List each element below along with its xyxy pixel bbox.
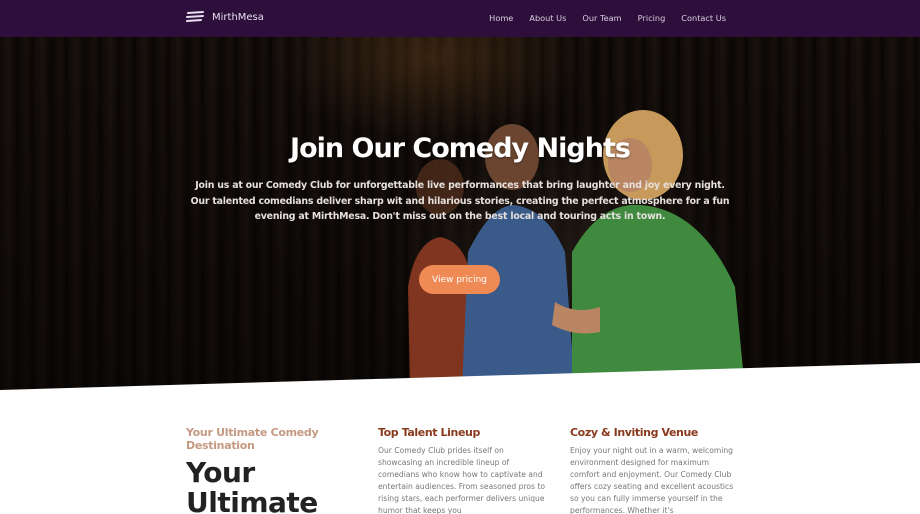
feature-top-talent: Top Talent Lineup Our Comedy Club prides… — [378, 426, 548, 514]
hero-section: Join Our Comedy Nights Join us at our Co… — [0, 37, 920, 390]
brand-link[interactable]: MirthMesa — [186, 11, 264, 23]
intro-column: Your Ultimate Comedy Destination Your Ul… — [186, 426, 346, 514]
nav-our-team[interactable]: Our Team — [582, 13, 621, 23]
feature-text: Our Comedy Club prides itself on showcas… — [378, 446, 545, 514]
intro-heading: Your Ultimate — [186, 456, 318, 514]
hero-title: Join Our Comedy Nights — [290, 133, 631, 164]
feature-cozy-venue: Cozy & Inviting Venue Enjoy your night o… — [570, 426, 740, 514]
section-divider — [0, 363, 920, 395]
waves-logo-icon — [186, 11, 204, 22]
nav-menu: Home About Us Our Team Pricing Contact U… — [489, 13, 726, 23]
top-navbar: MirthMesa Home About Us Our Team Pricing… — [0, 0, 920, 37]
nav-about-us[interactable]: About Us — [529, 13, 566, 23]
view-pricing-button[interactable]: View pricing — [419, 265, 500, 294]
brand-name: MirthMesa — [212, 11, 264, 23]
feature-text: Enjoy your night out in a warm, welcomin… — [570, 446, 734, 514]
feature-title: Top Talent Lineup — [378, 426, 480, 439]
nav-contact-us[interactable]: Contact Us — [681, 13, 726, 23]
nav-home[interactable]: Home — [489, 13, 513, 23]
intro-eyebrow: Your Ultimate Comedy Destination — [186, 426, 319, 452]
hero-description: Join us at our Comedy Club for unforgett… — [190, 180, 730, 222]
feature-title: Cozy & Inviting Venue — [570, 426, 698, 439]
nav-pricing[interactable]: Pricing — [638, 13, 666, 23]
